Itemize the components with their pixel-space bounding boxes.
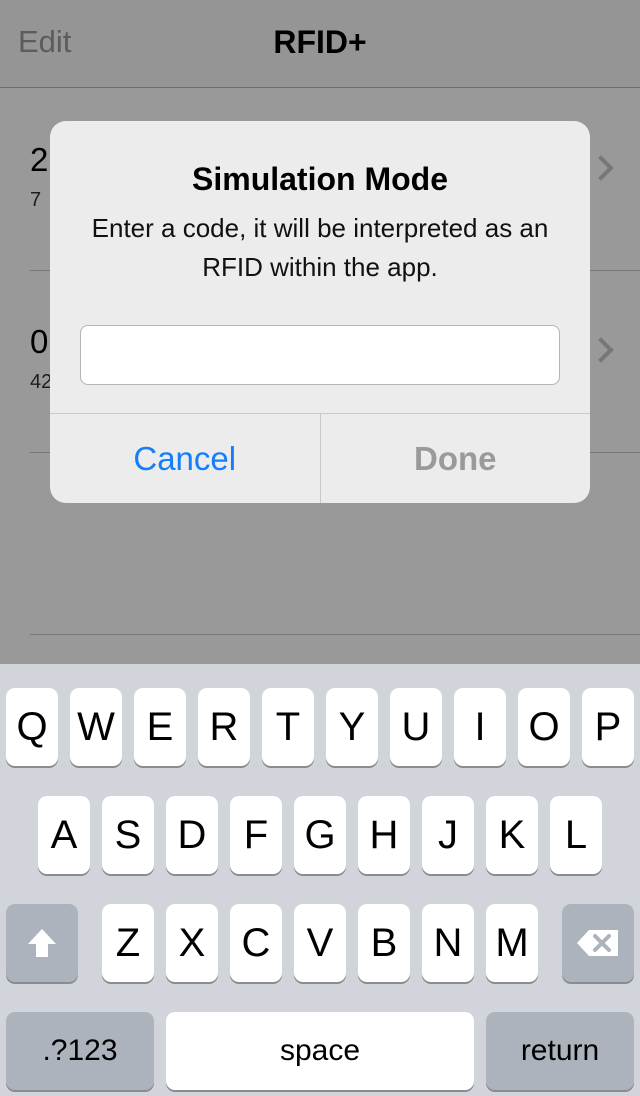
cancel-button[interactable]: Cancel	[50, 414, 321, 503]
key-q[interactable]: Q	[6, 688, 58, 766]
delete-key[interactable]	[562, 904, 634, 982]
key-t[interactable]: T	[262, 688, 314, 766]
key-i[interactable]: I	[454, 688, 506, 766]
dialog-title: Simulation Mode	[192, 161, 448, 197]
dialog-message: Enter a code, it will be interpreted as …	[91, 213, 549, 282]
key-b[interactable]: B	[358, 904, 410, 982]
key-d[interactable]: D	[166, 796, 218, 874]
key-h[interactable]: H	[358, 796, 410, 874]
key-g[interactable]: G	[294, 796, 346, 874]
key-j[interactable]: J	[422, 796, 474, 874]
key-p[interactable]: P	[582, 688, 634, 766]
return-key[interactable]: return	[486, 1012, 634, 1090]
key-e[interactable]: E	[134, 688, 186, 766]
key-m[interactable]: M	[486, 904, 538, 982]
shift-arrow-icon	[28, 929, 56, 957]
key-l[interactable]: L	[550, 796, 602, 874]
key-y[interactable]: Y	[326, 688, 378, 766]
numbers-key[interactable]: .?123	[6, 1012, 154, 1090]
backspace-icon	[577, 930, 618, 956]
key-r[interactable]: R	[198, 688, 250, 766]
key-v[interactable]: V	[294, 904, 346, 982]
key-x[interactable]: X	[166, 904, 218, 982]
code-input[interactable]	[80, 325, 560, 385]
keyboard: Q W E R T Y U I O P A S D F G H J K L Z …	[0, 664, 640, 1096]
simulation-mode-dialog: Simulation Mode Enter a code, it will be…	[50, 121, 590, 503]
shift-key[interactable]	[6, 904, 78, 982]
key-o[interactable]: O	[518, 688, 570, 766]
key-s[interactable]: S	[102, 796, 154, 874]
key-n[interactable]: N	[422, 904, 474, 982]
key-f[interactable]: F	[230, 796, 282, 874]
space-key[interactable]: space	[166, 1012, 474, 1090]
key-k[interactable]: K	[486, 796, 538, 874]
key-a[interactable]: A	[38, 796, 90, 874]
key-w[interactable]: W	[70, 688, 122, 766]
key-z[interactable]: Z	[102, 904, 154, 982]
done-button[interactable]: Done	[321, 414, 591, 503]
key-c[interactable]: C	[230, 904, 282, 982]
dialog-buttons: Cancel Done	[50, 413, 590, 503]
key-u[interactable]: U	[390, 688, 442, 766]
